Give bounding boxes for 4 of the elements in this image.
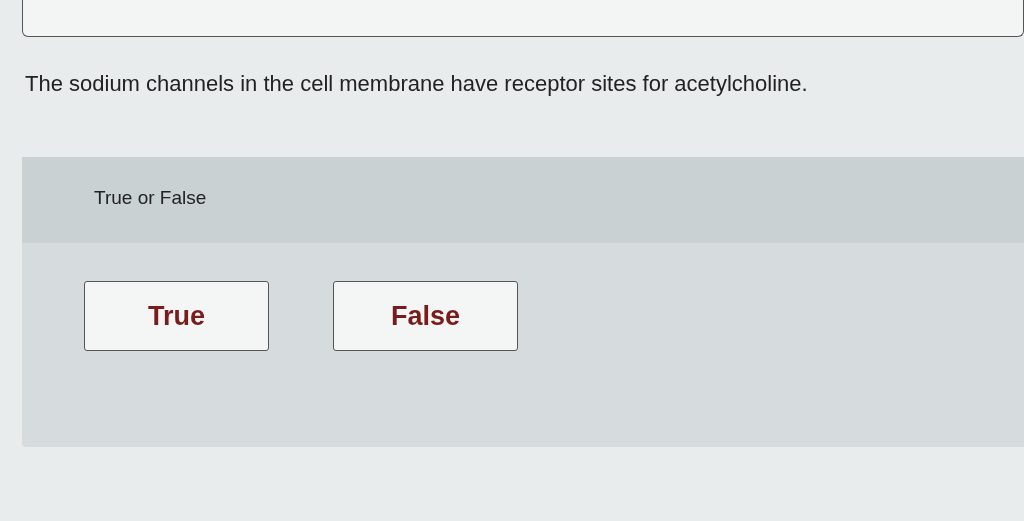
answer-button[interactable]: False (333, 281, 518, 351)
question-text: The sodium channels in the cell membrane have receptor sites for acetylcholine. (25, 71, 809, 97)
answer-button[interactable]: True (84, 281, 269, 351)
prompt-text: True or False (94, 187, 207, 208)
